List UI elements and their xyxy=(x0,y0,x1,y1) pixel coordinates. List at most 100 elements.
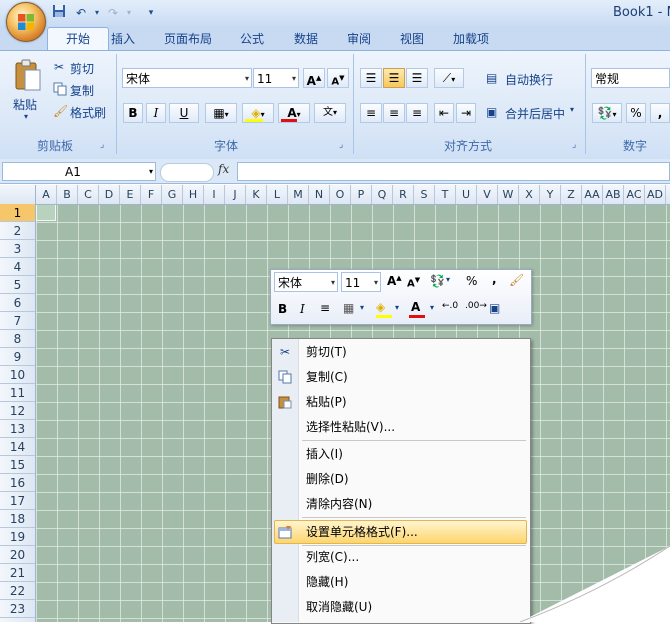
mini-currency-icon[interactable]: 💱 xyxy=(430,274,445,288)
column-header[interactable]: Q xyxy=(372,185,393,204)
mini-size-combo[interactable]: 11 ▾ xyxy=(341,272,381,292)
redo-dropdown-icon[interactable]: ▾ xyxy=(120,4,138,22)
align-middle-button[interactable]: ☰ xyxy=(383,68,405,88)
tab-view[interactable]: 视图 xyxy=(394,28,430,50)
mini-font-color-icon[interactable]: A xyxy=(411,300,420,314)
mini-font-combo[interactable]: 宋体 ▾ xyxy=(274,272,338,292)
format-painter-button[interactable]: 格式刷 xyxy=(70,104,106,121)
row-header[interactable]: 2 xyxy=(0,222,35,240)
column-header[interactable]: U xyxy=(456,185,477,204)
align-center-button[interactable]: ≡ xyxy=(383,103,405,123)
tab-insert[interactable]: 插入 xyxy=(105,28,141,50)
menu-item-hide[interactable]: 隐藏(H) xyxy=(306,571,348,593)
name-box-dropdown-icon[interactable]: ▾ xyxy=(149,163,153,180)
row-header[interactable]: 1 xyxy=(0,204,35,222)
mini-comma-button[interactable]: , xyxy=(492,272,497,286)
column-header[interactable]: W xyxy=(498,185,519,204)
active-cell-a1[interactable] xyxy=(36,204,56,221)
comma-button[interactable]: , xyxy=(650,103,670,123)
decrease-indent-button[interactable]: ⇤ xyxy=(434,103,454,123)
font-size-combo[interactable]: 11 ▾ xyxy=(253,68,299,88)
row-header[interactable]: 6 xyxy=(0,294,35,312)
merge-center-button[interactable]: 合并后居中 xyxy=(505,105,565,122)
bold-button[interactable]: B xyxy=(123,103,143,123)
mini-fill-color-icon[interactable]: ◈ xyxy=(376,300,385,314)
column-header[interactable]: E xyxy=(120,185,141,204)
row-header[interactable]: 9 xyxy=(0,348,35,366)
column-header[interactable]: K xyxy=(246,185,267,204)
formula-input[interactable] xyxy=(237,162,670,181)
column-header[interactable]: V xyxy=(477,185,498,204)
dropdown-arrow-icon[interactable]: ▾ xyxy=(395,303,399,312)
align-right-button[interactable]: ≡ xyxy=(406,103,428,123)
tab-page-layout[interactable]: 页面布局 xyxy=(158,28,218,50)
menu-item-clear-contents[interactable]: 清除内容(N) xyxy=(306,493,372,515)
orientation-button[interactable]: ⟋▾ xyxy=(434,68,464,88)
italic-button[interactable]: I xyxy=(146,103,166,123)
column-header[interactable]: I xyxy=(204,185,225,204)
menu-item-delete[interactable]: 删除(D) xyxy=(306,468,349,490)
row-header[interactable]: 10 xyxy=(0,366,35,384)
column-header[interactable]: A xyxy=(36,185,57,204)
menu-item-insert[interactable]: 插入(I) xyxy=(306,443,343,465)
tab-formulas[interactable]: 公式 xyxy=(234,28,270,50)
name-box[interactable]: A1 ▾ xyxy=(2,162,156,181)
row-header[interactable]: 15 xyxy=(0,456,35,474)
customize-icon[interactable]: ▾ xyxy=(142,4,160,22)
mini-percent-button[interactable]: % xyxy=(466,274,477,288)
row-header[interactable]: 8 xyxy=(0,330,35,348)
cut-button[interactable]: 剪切 xyxy=(70,60,94,77)
save-icon[interactable] xyxy=(50,4,68,22)
column-header[interactable]: N xyxy=(309,185,330,204)
row-header[interactable]: 5 xyxy=(0,276,35,294)
accounting-format-button[interactable]: 💱▾ xyxy=(592,103,622,123)
tab-home[interactable]: 开始 xyxy=(47,27,109,52)
paste-button[interactable]: 粘贴 xyxy=(13,96,37,113)
row-header[interactable]: 3 xyxy=(0,240,35,258)
mini-center-icon[interactable]: ≡ xyxy=(320,301,330,315)
row-header[interactable]: 4 xyxy=(0,258,35,276)
column-header[interactable]: M xyxy=(288,185,309,204)
tab-addins[interactable]: 加载项 xyxy=(447,28,495,50)
increase-decimal-icon[interactable]: ←.0 xyxy=(442,301,458,311)
column-header[interactable]: H xyxy=(183,185,204,204)
column-header[interactable]: AB xyxy=(603,185,624,204)
tab-review[interactable]: 审阅 xyxy=(341,28,377,50)
align-left-button[interactable]: ≡ xyxy=(360,103,382,123)
underline-button[interactable]: U xyxy=(169,103,199,123)
increase-indent-button[interactable]: ⇥ xyxy=(456,103,476,123)
merge-dropdown-icon[interactable]: ▾ xyxy=(570,105,574,114)
row-header[interactable]: 18 xyxy=(0,510,35,528)
mini-shrink-font-button[interactable]: A▼ xyxy=(407,276,420,289)
tab-data[interactable]: 数据 xyxy=(288,28,324,50)
column-header[interactable]: O xyxy=(330,185,351,204)
mini-italic-button[interactable]: I xyxy=(300,302,305,316)
column-header[interactable]: J xyxy=(225,185,246,204)
mini-grow-font-button[interactable]: A▲ xyxy=(387,274,402,288)
column-header[interactable]: D xyxy=(99,185,120,204)
column-header[interactable]: Y xyxy=(540,185,561,204)
column-header[interactable]: X xyxy=(519,185,540,204)
column-header[interactable]: Z xyxy=(561,185,582,204)
decrease-decimal-icon[interactable]: .00→ xyxy=(465,301,487,311)
paste-icon[interactable] xyxy=(14,58,42,92)
menu-item-format-cells[interactable]: 设置单元格格式(F)... xyxy=(306,521,418,543)
column-header[interactable]: L xyxy=(267,185,288,204)
alignment-launcher-icon[interactable]: ⌟ xyxy=(572,140,582,150)
phonetic-button[interactable]: 文▾ xyxy=(314,103,346,123)
menu-item-cut[interactable]: 剪切(T) xyxy=(306,341,347,363)
row-header[interactable]: 19 xyxy=(0,528,35,546)
align-top-button[interactable]: ☰ xyxy=(360,68,382,88)
column-header[interactable]: R xyxy=(393,185,414,204)
mini-bold-button[interactable]: B xyxy=(278,302,287,316)
row-header[interactable]: 20 xyxy=(0,546,35,564)
number-format-combo[interactable]: 常规 xyxy=(591,68,670,88)
clipboard-launcher-icon[interactable]: ⌟ xyxy=(100,140,110,150)
row-header[interactable]: 23 xyxy=(0,600,35,618)
font-name-combo[interactable]: 宋体 ▾ xyxy=(122,68,252,88)
paste-dropdown-icon[interactable]: ▾ xyxy=(24,112,28,121)
menu-item-paste-special[interactable]: 选择性粘贴(V)... xyxy=(306,416,395,438)
row-header[interactable]: 22 xyxy=(0,582,35,600)
column-header[interactable]: C xyxy=(78,185,99,204)
column-header[interactable]: P xyxy=(351,185,372,204)
